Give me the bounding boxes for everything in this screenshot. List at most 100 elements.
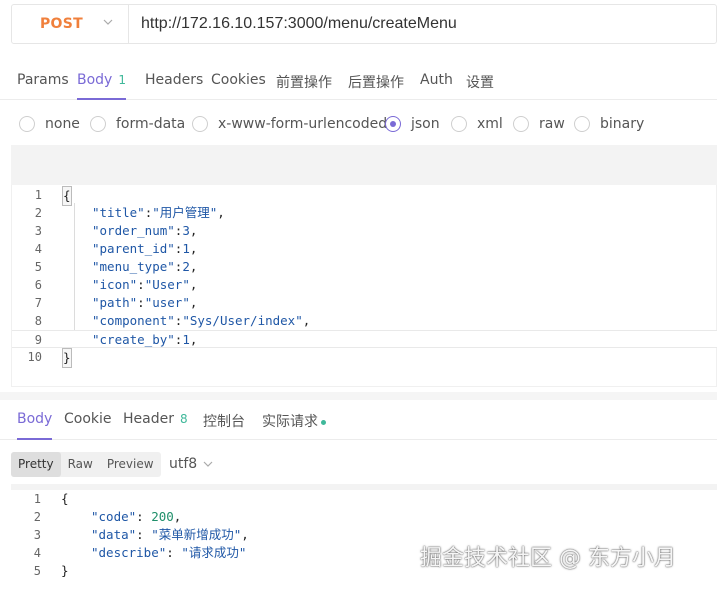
radio-form-data[interactable]: form-data: [90, 115, 185, 133]
section-divider: [0, 392, 717, 400]
chevron-down-icon: [203, 461, 213, 467]
line-number: 4: [33, 546, 41, 560]
radio-label: xml: [477, 116, 503, 132]
radio-json[interactable]: json: [385, 115, 440, 133]
tab-label: Header: [123, 411, 174, 427]
radio-raw[interactable]: raw: [513, 115, 565, 133]
line-number: 2: [34, 206, 42, 220]
code-text: }: [61, 563, 69, 578]
tab-settings[interactable]: 设置: [466, 72, 494, 100]
json-key: "describe": [91, 545, 167, 560]
line-number: 6: [34, 278, 42, 292]
json-end: ,: [189, 295, 198, 310]
encoding-select[interactable]: utf8: [169, 456, 213, 472]
json-key: "path": [92, 295, 138, 310]
request-tabs: Params Body 1 Headers Cookies 前置操作 后置操作 A…: [0, 62, 717, 100]
line-number: 4: [34, 242, 42, 256]
json-end: ,: [173, 509, 182, 524]
radio-x-www-form-urlencoded[interactable]: x-www-form-urlencoded: [192, 115, 387, 133]
tab-auth[interactable]: Auth: [420, 72, 453, 100]
tab-body[interactable]: Body 1: [77, 72, 126, 100]
line-number: 9: [34, 333, 42, 347]
code-line: 8 "component":"Sys/User/index",: [12, 312, 717, 330]
json-key: "order_num": [92, 223, 175, 238]
json-value: "Sys/User/index": [182, 313, 303, 328]
code-line: 6 "icon":"User",: [12, 276, 717, 294]
chevron-down-icon: [103, 19, 113, 25]
code-line: 1 {: [12, 186, 717, 206]
code-line: 10 }: [12, 348, 717, 368]
code-text: {: [62, 186, 72, 206]
json-value: 3: [182, 223, 190, 238]
tab-params[interactable]: Params: [17, 72, 69, 100]
code-text: }: [62, 348, 72, 368]
tab-response-cookie[interactable]: Cookie: [64, 411, 112, 440]
code-line: 2 "title":"用户管理",: [12, 204, 717, 222]
radio-xml[interactable]: xml: [451, 115, 503, 133]
code-line-active: 9 "create_by":1,: [12, 330, 717, 348]
radio-none[interactable]: none: [19, 115, 80, 133]
code-line: 7 "path":"user",: [12, 294, 717, 312]
method-select[interactable]: POST: [12, 5, 129, 43]
response-tabs: Body Cookie Header 8 控制台 实际请求: [0, 400, 717, 440]
json-sep: :: [137, 295, 145, 310]
tab-cookies[interactable]: Cookies: [211, 72, 266, 100]
json-key: "menu_type": [92, 259, 175, 274]
tab-headers[interactable]: Headers: [145, 72, 203, 100]
code-line: 5 "menu_type":2,: [12, 258, 717, 276]
json-key: "title": [92, 205, 145, 220]
radio-label: json: [411, 116, 440, 132]
code-line: 4 "parent_id":1,: [12, 240, 717, 258]
tab-label: Body: [17, 411, 53, 427]
json-sep: :: [166, 545, 182, 560]
editor-toolbar: [11, 145, 717, 185]
json-end: ,: [302, 313, 311, 328]
json-key: "parent_id": [92, 241, 175, 256]
json-value: "User": [144, 277, 190, 292]
json-value: 1: [182, 332, 190, 347]
tab-label: 后置操作: [348, 75, 404, 91]
radio-label: form-data: [116, 116, 186, 132]
tab-post-actions[interactable]: 后置操作: [348, 72, 404, 100]
radio-circle: [90, 116, 106, 132]
tab-label: Body: [77, 72, 113, 88]
line-number: 10: [27, 350, 42, 364]
code-line: 1 {: [11, 490, 717, 508]
body-type-selector: none form-data x-www-form-urlencoded jso…: [0, 106, 717, 142]
json-key: "create_by": [92, 332, 175, 347]
json-sep: :: [137, 277, 145, 292]
line-number: 1: [34, 188, 42, 202]
format-preview-button[interactable]: Preview: [100, 452, 161, 477]
json-value: 1: [182, 241, 190, 256]
json-sep: :: [136, 509, 152, 524]
tab-badge: 1: [118, 73, 126, 87]
radio-circle: [513, 116, 529, 132]
json-end: ,: [189, 277, 198, 292]
status-dot-icon: [321, 419, 326, 425]
radio-circle: [574, 116, 590, 132]
json-end: ,: [189, 332, 198, 347]
tab-label: Auth: [420, 72, 453, 88]
line-number: 2: [33, 510, 41, 524]
radio-circle: [192, 116, 208, 132]
tab-label: 设置: [466, 75, 494, 91]
json-end: ,: [189, 223, 198, 238]
line-number: 3: [34, 224, 42, 238]
tab-response-body[interactable]: Body: [17, 411, 53, 440]
tab-console[interactable]: 控制台: [203, 411, 245, 440]
json-key: "data": [91, 527, 137, 542]
tab-actual-request[interactable]: 实际请求: [262, 411, 326, 440]
format-pretty-button[interactable]: Pretty: [11, 452, 61, 477]
request-body-editor[interactable]: 1 { 2 "title":"用户管理", 3 "order_num":3, 4…: [11, 185, 717, 387]
radio-label: binary: [600, 116, 645, 132]
json-value: 2: [182, 259, 190, 274]
tab-pre-actions[interactable]: 前置操作: [276, 72, 332, 100]
code-line: 3 "order_num":3,: [12, 222, 717, 240]
line-number: 7: [34, 296, 42, 310]
format-raw-button[interactable]: Raw: [61, 452, 100, 477]
radio-binary[interactable]: binary: [574, 115, 644, 133]
tab-label: Headers: [145, 72, 204, 88]
tab-response-header[interactable]: Header 8: [123, 411, 188, 440]
url-input[interactable]: [129, 5, 716, 43]
radio-label: none: [45, 116, 80, 132]
